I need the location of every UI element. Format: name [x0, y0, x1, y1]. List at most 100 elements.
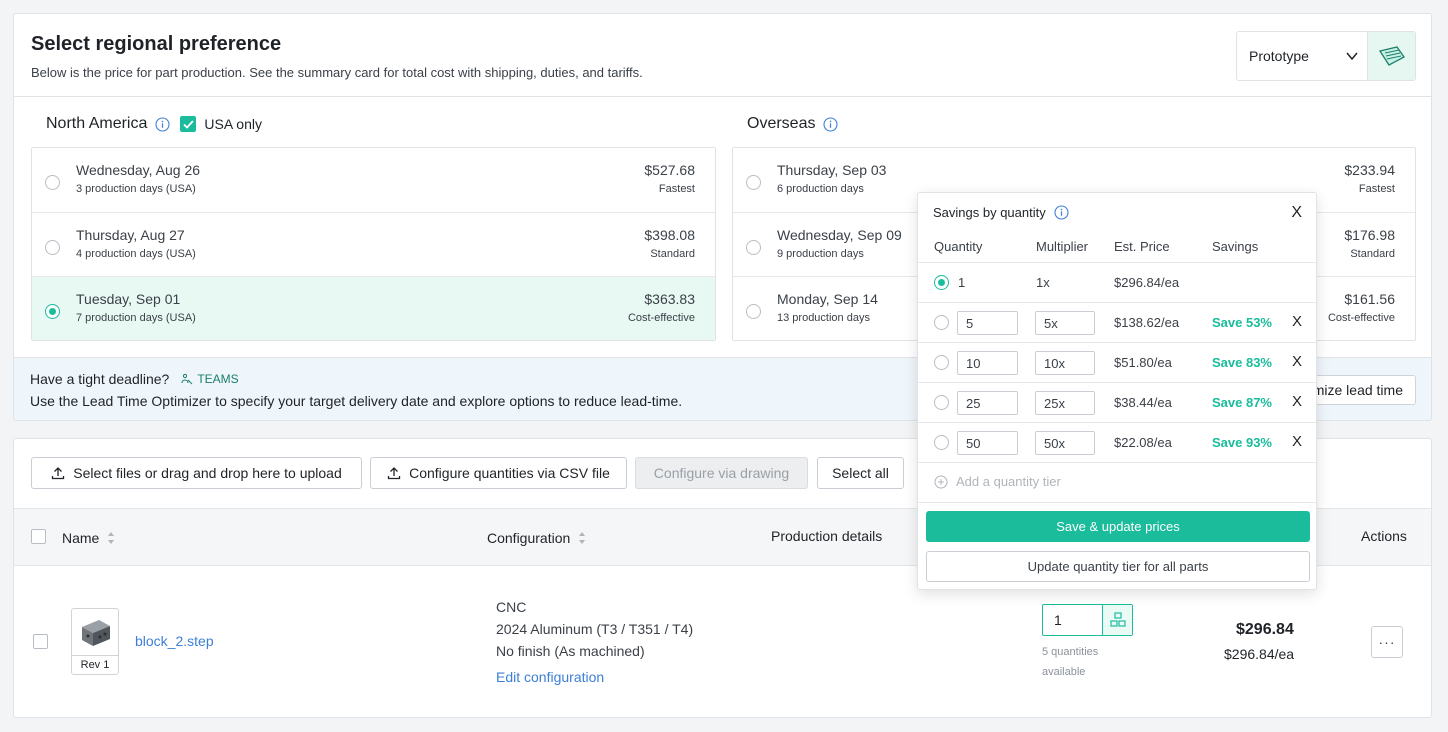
chevron-down-icon	[1337, 32, 1367, 80]
tier-multiplier-input[interactable]: 10x	[1035, 351, 1095, 375]
production-details-header: Production details	[771, 528, 883, 544]
option-date: Thursday, Aug 27	[76, 226, 185, 243]
config-finish: No finish (As machined)	[496, 643, 645, 659]
actions-header: Actions	[1361, 528, 1407, 544]
configuration-column-header[interactable]: Configuration	[487, 530, 586, 546]
quantity-input[interactable]: 1	[1042, 604, 1133, 636]
add-tier-label: Add a quantity tier	[956, 474, 1061, 489]
select-all-checkbox[interactable]	[31, 529, 46, 544]
quantity-tiers-icon[interactable]	[1102, 605, 1132, 635]
lead-time-option[interactable]: Thursday, Aug 27 4 production days (USA)…	[32, 213, 715, 278]
configure-drawing-button[interactable]: Configure via drawing	[635, 457, 808, 489]
remove-tier-icon[interactable]: X	[1292, 393, 1302, 410]
select-all-button[interactable]: Select all	[817, 457, 904, 489]
more-actions-button[interactable]: ···	[1371, 626, 1403, 658]
divider	[918, 502, 1316, 503]
option-date: Thursday, Sep 03	[777, 162, 887, 178]
csv-button[interactable]: Configure quantities via CSV file	[370, 457, 627, 489]
radio-button[interactable]	[746, 239, 761, 255]
optimize-lead-time-button[interactable]: Optimize lead time	[1287, 375, 1416, 405]
remove-tier-icon[interactable]: X	[1292, 353, 1302, 370]
tier-radio[interactable]	[934, 315, 949, 330]
quantity-header: Quantity	[934, 239, 983, 254]
multiplier-header: Multiplier	[1036, 239, 1089, 254]
process-select[interactable]: Prototype	[1236, 31, 1416, 81]
tier-savings: Save 93%	[1212, 435, 1272, 450]
overseas-heading: Overseas	[747, 115, 839, 133]
tier-radio[interactable]	[934, 435, 949, 450]
row-checkbox[interactable]	[33, 634, 48, 649]
info-icon[interactable]	[1054, 205, 1069, 220]
option-tag: Fastest	[658, 183, 695, 195]
usa-only-checkbox[interactable]: USA only	[180, 116, 262, 132]
name-column-header[interactable]: Name	[62, 530, 115, 546]
radio-button[interactable]	[45, 175, 60, 190]
lead-time-option-selected[interactable]: Tuesday, Sep 01 7 production days (USA) …	[32, 277, 715, 340]
sort-icon[interactable]	[578, 531, 586, 545]
option-tag: Cost-effective	[627, 312, 695, 325]
tier-price: $138.62/ea	[1114, 315, 1180, 330]
save-update-prices-button[interactable]: Save & update prices	[926, 511, 1310, 542]
tier-radio[interactable]	[934, 355, 949, 370]
tier-quantity-input[interactable]: 5	[957, 311, 1018, 335]
info-icon[interactable]	[823, 116, 839, 132]
part-thumbnail[interactable]: Rev 1	[71, 608, 119, 675]
info-icon[interactable]	[155, 116, 170, 132]
radio-button-selected[interactable]	[45, 304, 60, 320]
option-price: $176.98	[1344, 226, 1395, 243]
popover-title-row: Savings by quantity	[933, 205, 1069, 220]
radio-button[interactable]	[746, 304, 761, 320]
option-price: $398.08	[644, 226, 695, 243]
upload-button[interactable]: Select files or drag and drop here to up…	[31, 457, 362, 489]
edit-configuration-link[interactable]: Edit configuration	[496, 669, 604, 685]
north-america-label: North America	[46, 115, 148, 132]
tier-radio[interactable]	[934, 395, 949, 410]
tier-radio-selected[interactable]	[934, 275, 949, 290]
north-america-options: Wednesday, Aug 26 3 production days (USA…	[31, 147, 716, 341]
quantity-tier-row: 50 50x $22.08/ea Save 93% X	[918, 422, 1316, 462]
tier-multiplier-input[interactable]: 50x	[1035, 431, 1095, 455]
teams-badge-label: TEAMS	[197, 372, 239, 386]
option-date: Wednesday, Sep 09	[777, 226, 902, 243]
quantity-tier-row: 5 5x $138.62/ea Save 53% X	[918, 302, 1316, 342]
quantity-tier-row: 10 10x $51.80/ea Save 83% X	[918, 342, 1316, 382]
tier-savings: Save 53%	[1212, 315, 1272, 330]
radio-button[interactable]	[45, 239, 60, 255]
quantity-value: 1	[1054, 612, 1062, 628]
price-header: Est. Price	[1114, 239, 1170, 254]
quantity-tier-row: 1 1x $296.84/ea	[918, 262, 1316, 302]
option-price: $233.94	[1344, 162, 1395, 178]
deadline-text: Use the Lead Time Optimizer to specify y…	[30, 393, 683, 409]
tier-quantity: 1	[958, 275, 966, 290]
update-tier-all-parts-button[interactable]: Update quantity tier for all parts	[926, 551, 1310, 582]
remove-tier-icon[interactable]: X	[1292, 313, 1302, 330]
remove-tier-icon[interactable]: X	[1292, 433, 1302, 450]
configure-drawing-label: Configure via drawing	[653, 465, 790, 481]
quantities-available-hint: 5 quantities available	[1042, 646, 1099, 678]
close-icon[interactable]: X	[1291, 204, 1302, 222]
config-material: 2024 Aluminum (T3 / T351 / T4)	[496, 621, 694, 637]
tier-multiplier-input[interactable]: 25x	[1035, 391, 1095, 415]
tier-price: $22.08/ea	[1114, 435, 1172, 450]
sort-icon[interactable]	[107, 531, 115, 545]
part-name: block_2	[135, 633, 184, 649]
checkbox[interactable]	[31, 529, 46, 544]
tier-price: $38.44/ea	[1114, 395, 1172, 410]
option-tag: Standard	[1350, 247, 1395, 260]
tier-multiplier-input[interactable]: 5x	[1035, 311, 1095, 335]
tier-quantity-input[interactable]: 50	[957, 431, 1018, 455]
option-price: $527.68	[644, 162, 695, 178]
option-date: Monday, Sep 14	[777, 291, 878, 308]
add-tier-button[interactable]: Add a quantity tier	[934, 474, 1061, 489]
overseas-label: Overseas	[747, 115, 816, 132]
option-days: 3 production days (USA)	[76, 183, 196, 195]
tier-quantity-input[interactable]: 10	[957, 351, 1018, 375]
upload-icon	[52, 467, 65, 480]
radio-button[interactable]	[746, 175, 761, 190]
option-days: 13 production days	[777, 312, 870, 325]
lead-time-option[interactable]: Wednesday, Aug 26 3 production days (USA…	[32, 148, 715, 213]
upload-icon	[387, 467, 401, 480]
plus-circle-icon	[934, 475, 948, 488]
tier-quantity-input[interactable]: 25	[957, 391, 1018, 415]
part-name-link[interactable]: block_2.step	[135, 633, 214, 649]
